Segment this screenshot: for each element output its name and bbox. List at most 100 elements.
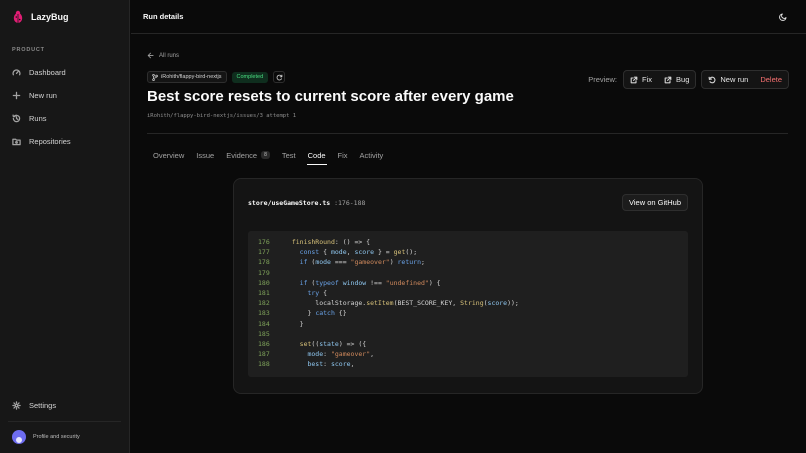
moon-icon[interactable]: [779, 12, 788, 21]
tab-code[interactable]: Code: [306, 148, 327, 165]
line-number: 176: [258, 238, 270, 246]
code-card: store/useGameStore.ts :176-188 View on G…: [233, 178, 703, 394]
page-title: Best score resets to current score after…: [147, 88, 514, 105]
fix-label: Fix: [642, 75, 653, 84]
sidebar-item-label: Settings: [29, 401, 57, 410]
new-run-button[interactable]: New run: [702, 71, 754, 88]
delete-label: Delete: [760, 75, 782, 84]
main-content: All runs iRohith/flappy-bird-nextjs Comp…: [131, 35, 806, 453]
code-line: 178 if (mode === "gameover") return;: [248, 257, 688, 267]
refresh-button[interactable]: [273, 71, 286, 83]
file-path: store/useGameStore.ts :176-188: [248, 199, 365, 207]
tab-label: Code: [307, 150, 326, 160]
tab-label: Evidence: [226, 150, 258, 160]
sidebar-item-label: Repositories: [29, 137, 71, 146]
dashboard-icon: [12, 69, 21, 76]
line-text: } catch {}: [284, 309, 347, 318]
settings-section: Settings: [0, 394, 130, 417]
preview-label: Preview:: [588, 75, 618, 84]
line-number: 188: [258, 360, 270, 369]
code-line: 176 finishRound: () => {: [248, 237, 688, 247]
tab-issue[interactable]: Issue: [196, 148, 214, 162]
line-number: 180: [258, 278, 270, 287]
line-text: if (typeof window !== "undefined") {: [299, 278, 441, 287]
code-line: 177 const { mode, score } = get();: [248, 247, 688, 257]
sidebar-item-runs[interactable]: Runs: [0, 107, 129, 130]
external-link-icon: [664, 76, 672, 83]
line-number: 178: [258, 258, 270, 267]
app-name: LazyBug: [31, 12, 69, 22]
code-line: 181 try {: [248, 288, 688, 298]
preview-group: Fix Bug: [623, 70, 697, 89]
sidebar-item-label: Dashboard: [29, 68, 66, 77]
run-management-group: New run Delete: [701, 70, 789, 89]
sidebar-item-settings[interactable]: Settings: [0, 394, 130, 417]
line-text: try {: [307, 288, 328, 297]
top-bar: Run details: [131, 0, 806, 34]
history-icon: [12, 114, 21, 123]
new-run-label: New run: [720, 75, 749, 84]
line-text: if (mode === "gameover") return;: [299, 258, 425, 267]
line-text: set((state) => ({: [299, 339, 367, 348]
tab-activity[interactable]: Activity: [360, 148, 384, 162]
line-text: const { mode, score } = get();: [299, 248, 418, 257]
delete-button[interactable]: Delete: [754, 71, 788, 88]
profile-link[interactable]: Profile and security: [12, 430, 80, 444]
preview-bug-button[interactable]: Bug: [658, 71, 695, 88]
back-label: All runs: [159, 52, 180, 59]
repo-chip[interactable]: iRohith/flappy-bird-nextjs: [147, 71, 227, 83]
code-line: 183 } catch {}: [248, 308, 688, 318]
section-label: PRODUCT: [12, 47, 45, 53]
line-text: }: [284, 319, 304, 328]
tab-label: Test: [281, 150, 296, 160]
sidebar-item-dashboard[interactable]: Dashboard: [0, 61, 129, 84]
divider: [8, 421, 121, 422]
run-meta: iRohith/flappy-bird-nextjs Completed: [147, 71, 286, 83]
tab-test[interactable]: Test: [282, 148, 296, 162]
sidebar: LazyBug PRODUCT Dashboard New run Runs R…: [0, 0, 130, 453]
gear-icon: [12, 401, 21, 410]
tab-fix[interactable]: Fix: [338, 148, 348, 162]
code-line: 185: [248, 329, 688, 339]
sidebar-item-new-run[interactable]: New run: [0, 84, 129, 107]
line-text: mode: "gameover",: [307, 350, 375, 359]
plus-icon: [12, 91, 21, 100]
profile-label: Profile and security: [33, 434, 80, 440]
view-on-github-button[interactable]: View on GitHub: [622, 194, 688, 211]
line-text: best: score,: [307, 360, 355, 369]
status-badge: Completed: [231, 71, 269, 83]
line-text: localStorage.setItem(BEST_SCORE_KEY, Str…: [284, 299, 519, 308]
line-number: 181: [258, 288, 270, 297]
line-number: 185: [258, 329, 270, 338]
tab-bar: Overview Issue Evidence 8 Test Code Fix A…: [153, 148, 384, 165]
line-number: 184: [258, 319, 270, 328]
divider: [147, 133, 788, 134]
external-link-icon: [630, 76, 638, 83]
file-name: store/useGameStore.ts: [248, 199, 331, 207]
issue-reference: iRohith/flappy-bird-nextjs/issues/3 atte…: [147, 113, 297, 119]
tab-label: Fix: [337, 150, 348, 160]
line-text: finishRound: () => {: [291, 238, 371, 246]
rotate-ccw-icon: [708, 76, 716, 83]
tab-overview[interactable]: Overview: [153, 148, 184, 162]
bug-label: Bug: [676, 75, 690, 84]
line-number: 187: [258, 350, 270, 359]
line-number: 182: [258, 299, 270, 308]
page-header-title: Run details: [143, 12, 184, 21]
tab-label: Activity: [359, 150, 384, 160]
bug-logo-icon: [13, 10, 23, 23]
run-actions: Preview: Fix Bug New run Delete: [588, 70, 789, 89]
sidebar-item-repositories[interactable]: Repositories: [0, 130, 129, 153]
back-link[interactable]: All runs: [147, 52, 179, 59]
line-number: 183: [258, 309, 270, 318]
preview-fix-button[interactable]: Fix: [624, 71, 658, 88]
brand[interactable]: LazyBug: [0, 0, 129, 34]
repo-name: iRohith/flappy-bird-nextjs: [161, 74, 222, 80]
sidebar-nav: Dashboard New run Runs Repositories: [0, 61, 129, 153]
tab-evidence[interactable]: Evidence 8: [226, 148, 270, 162]
code-line: 182 localStorage.setItem(BEST_SCORE_KEY,…: [248, 298, 688, 308]
line-number: 177: [258, 248, 270, 257]
code-line: 186 set((state) => ({: [248, 339, 688, 349]
folder-git-icon: [12, 138, 21, 146]
tab-label: Overview: [153, 150, 185, 160]
